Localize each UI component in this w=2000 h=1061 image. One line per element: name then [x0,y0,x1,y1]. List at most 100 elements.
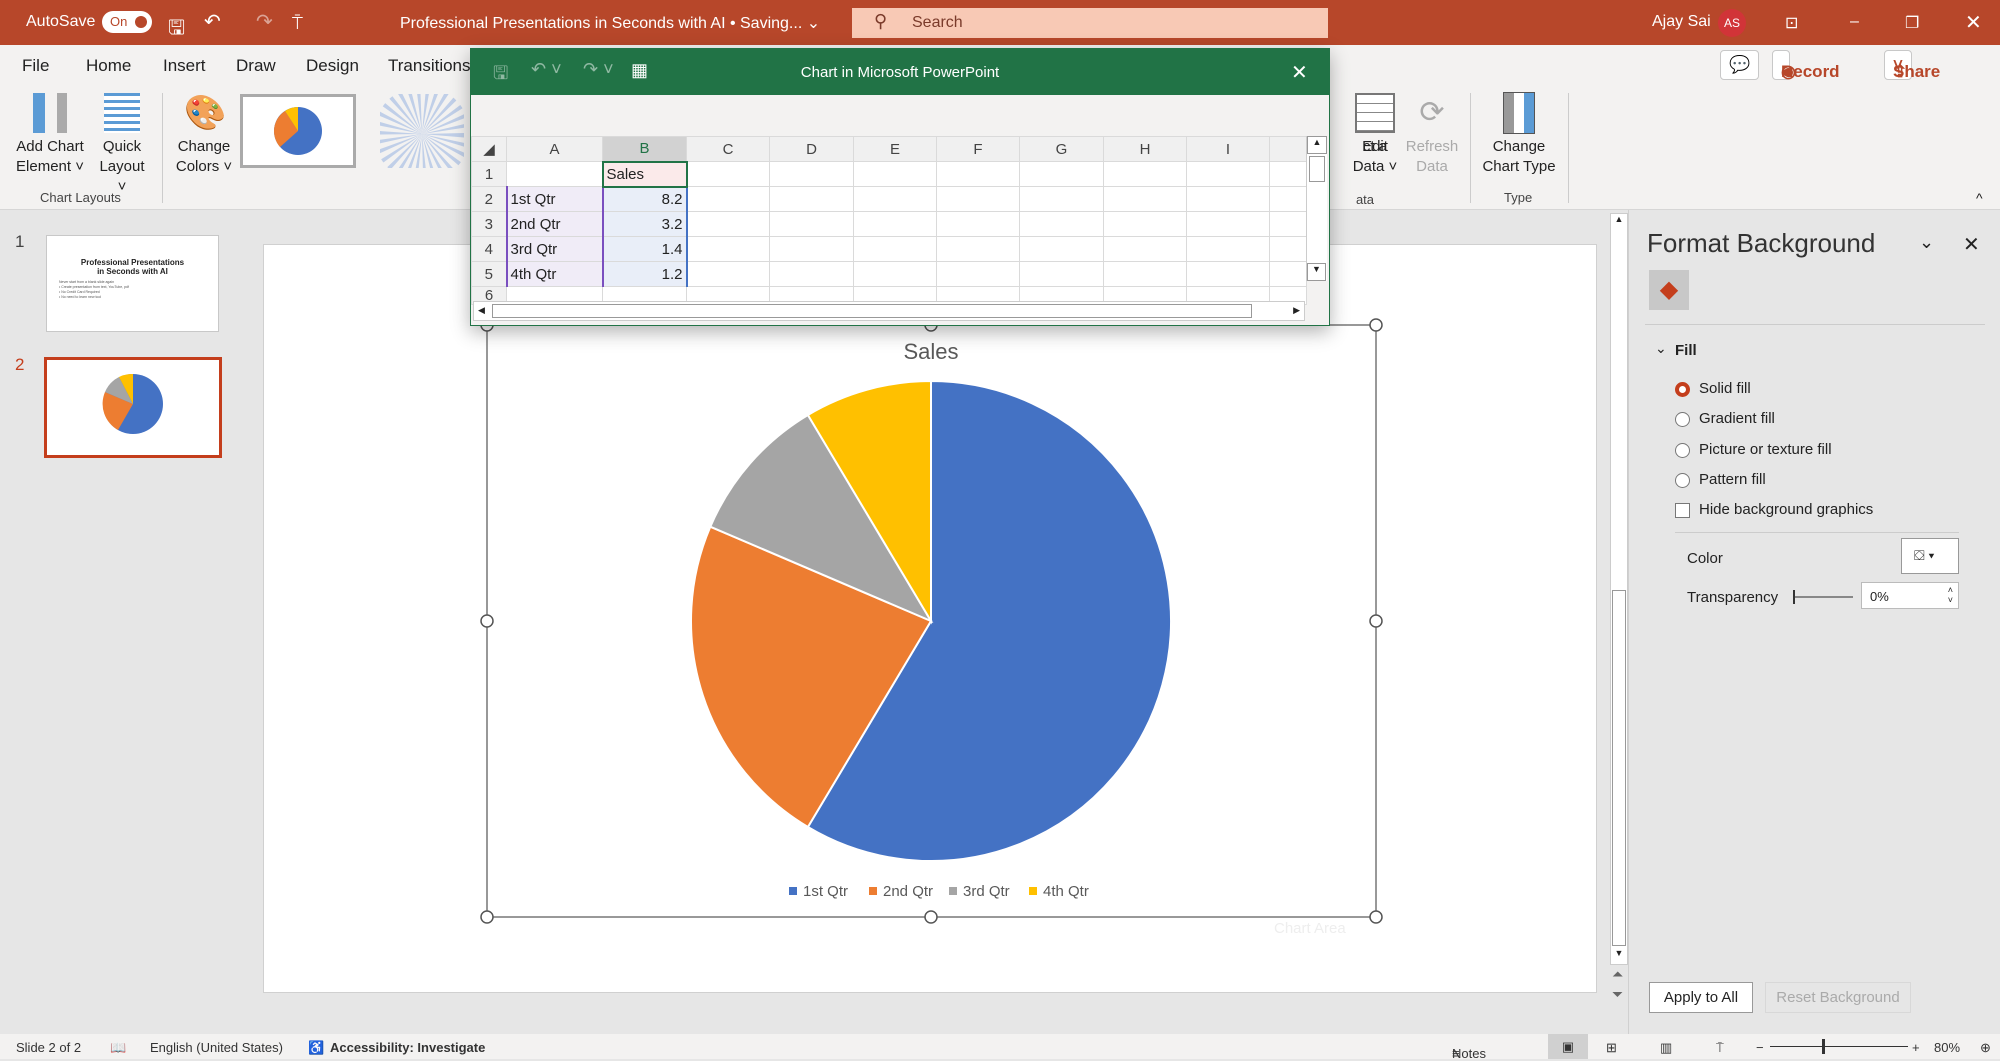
cell[interactable]: 1.4 [601,236,688,262]
column-header[interactable]: E [853,136,937,162]
pie-chart[interactable]: Sales 1st Qtr 2nd Qtr 3rd Qtr 4th Qtr Chart… [264,245,1598,994]
tab-insert[interactable]: Insert [163,56,206,76]
cell[interactable] [769,236,854,262]
legend-entry[interactable]: 1st Qtr [803,883,848,900]
tab-draw[interactable]: Draw [236,56,276,76]
column-header[interactable]: I [1186,136,1270,162]
cell[interactable] [686,161,770,187]
cell[interactable] [1269,161,1307,187]
cell[interactable] [853,236,937,262]
scroll-thumb[interactable] [1612,590,1626,946]
fill-chevron-icon[interactable]: ⌄ [1655,340,1667,357]
cell[interactable] [506,161,603,187]
select-all-corner[interactable]: ◢ [471,136,507,162]
column-header[interactable]: B [602,136,687,163]
undo-icon[interactable]: ↶ [204,9,221,34]
row-header[interactable]: 2 [471,186,507,212]
cell[interactable]: 1.2 [601,261,688,287]
cell[interactable] [1269,211,1307,237]
transparency-slider[interactable] [1793,590,1853,604]
cell[interactable] [1103,236,1187,262]
cell[interactable] [1186,186,1270,212]
slide-thumbnail-1[interactable]: Professional Presentations in Seconds wi… [46,235,219,332]
cell[interactable] [1019,161,1104,187]
resize-handle[interactable] [480,910,494,924]
cell[interactable] [769,186,854,212]
collapse-ribbon-icon[interactable]: ^ [1976,190,1983,206]
resize-handle[interactable] [1369,614,1383,628]
row-header[interactable]: 3 [471,211,507,237]
row-header[interactable]: 5 [471,261,507,287]
vertical-scrollbar[interactable]: ▲ ▼ [1610,213,1628,965]
spreadsheet-grid[interactable]: ◢ A B C D E F G H I 1 Sales 2 1st Qtr 8.2 3 2n… [471,136,1307,305]
cell[interactable]: 4th Qtr [505,261,604,287]
cell[interactable] [936,161,1020,187]
fill-tab-icon[interactable]: ◆ [1649,270,1689,310]
legend-entry[interactable]: 3rd Qtr [963,883,1010,900]
scroll-thumb[interactable] [492,304,1252,318]
cell[interactable] [1103,186,1187,212]
scroll-down-icon[interactable]: ▼ [1611,948,1627,964]
cell[interactable] [1186,236,1270,262]
legend-entry[interactable]: 2nd Qtr [883,883,933,900]
column-header[interactable]: G [1019,136,1104,162]
zoom-level[interactable]: 80% [1934,1040,1960,1055]
present-icon[interactable]: ⍑ [292,13,303,34]
spelling-icon[interactable]: 📖 [110,1040,126,1056]
color-picker-button[interactable]: ⛋ ▾ [1901,538,1959,574]
picture-fill-label[interactable]: Picture or texture fill [1699,441,1832,458]
cell[interactable] [1269,261,1307,287]
column-header[interactable]: F [936,136,1020,162]
cell[interactable] [936,186,1020,212]
cell[interactable] [1019,236,1104,262]
apply-to-all-button[interactable]: Apply to All [1649,982,1753,1013]
pane-options-icon[interactable]: ⌄ [1919,232,1934,253]
solid-fill-label[interactable]: Solid fill [1699,380,1751,397]
comments-button[interactable]: 💬 [1720,50,1760,80]
cell[interactable] [686,186,770,212]
pattern-fill-radio[interactable] [1675,473,1690,488]
document-title[interactable]: Professional Presentations in Seconds wi… [400,13,820,33]
language[interactable]: English (United States) [150,1040,283,1055]
excel-horizontal-scrollbar[interactable]: ◀ ▶ [473,301,1305,321]
cell[interactable] [1269,186,1307,212]
pattern-fill-label[interactable]: Pattern fill [1699,471,1766,488]
slide-thumbnail-2[interactable] [44,357,222,458]
excel-close-icon[interactable]: ✕ [1291,60,1308,85]
scroll-down-icon[interactable]: ▼ [1307,263,1326,281]
transparency-input[interactable]: 0% ˄ ˅ [1861,582,1959,609]
previous-slide-icon[interactable]: ⏶ [1612,966,1623,983]
column-header[interactable]: H [1103,136,1187,162]
cell[interactable] [1186,161,1270,187]
resize-handle[interactable] [480,614,494,628]
spinner-icon[interactable]: ˄ ˅ [1948,585,1953,605]
record-button[interactable]: ◉ Record [1772,50,1840,81]
cell[interactable] [1019,261,1104,287]
ribbon-display-icon[interactable]: ⊡ [1785,13,1798,33]
cell[interactable] [853,261,937,287]
cell[interactable] [769,211,854,237]
redo-icon[interactable]: ↷ [256,9,273,34]
change-chart-type-button[interactable]: Change Chart Type [1478,92,1560,177]
cell[interactable] [1186,261,1270,287]
chart-style-1[interactable] [240,94,356,168]
column-header[interactable]: A [506,136,603,162]
pane-close-icon[interactable]: ✕ [1963,232,1980,257]
share-button[interactable]: ⇪ Share ˅ [1884,50,1940,81]
zoom-thumb[interactable] [1822,1039,1825,1054]
save-icon[interactable]: 🖫 [168,13,185,47]
close-icon[interactable]: ✕ [1965,10,1982,35]
cell[interactable] [1103,211,1187,237]
normal-view-icon[interactable]: ▣ [1548,1034,1588,1059]
slide-canvas[interactable]: Sales 1st Qtr 2nd Qtr 3rd Qtr 4th Qtr Chart… [263,244,1597,993]
cell[interactable] [1019,211,1104,237]
legend-entry[interactable]: 4th Qtr [1043,883,1089,900]
cell[interactable]: 8.2 [601,186,688,212]
hide-background-label[interactable]: Hide background graphics [1699,501,1873,518]
gradient-fill-radio[interactable] [1675,412,1690,427]
scroll-thumb[interactable] [1309,156,1325,182]
tab-transitions[interactable]: Transitions [388,56,471,76]
resize-handle[interactable] [1369,318,1383,332]
cell[interactable] [686,261,770,287]
column-header[interactable]: C [686,136,770,162]
